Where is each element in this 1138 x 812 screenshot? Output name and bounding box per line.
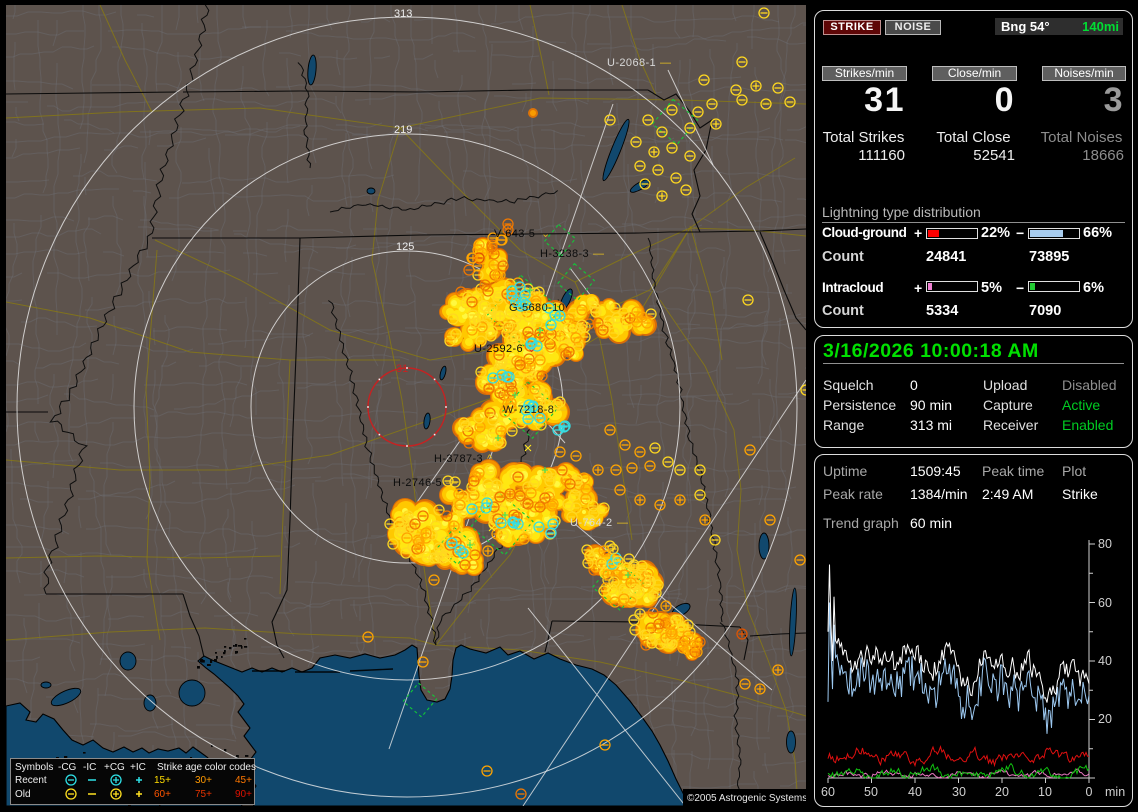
svg-text:⌄: ⌄ [541, 228, 550, 240]
svg-text:U-2068-1: U-2068-1 [607, 57, 656, 69]
svg-text:—: — [446, 477, 457, 489]
svg-text:31: 31 [396, 363, 408, 375]
svg-text:H-2746-5: H-2746-5 [393, 477, 442, 489]
svg-text:W-7218-8: W-7218-8 [503, 404, 554, 416]
svg-text:10: 10 [1038, 785, 1052, 799]
svg-text:min: min [1105, 785, 1125, 799]
svg-text:50: 50 [864, 785, 878, 799]
svg-text:0: 0 [1086, 785, 1093, 799]
svg-text:—: — [617, 517, 628, 529]
svg-text:313: 313 [394, 8, 412, 20]
svg-text:30: 30 [952, 785, 966, 799]
svg-text:20: 20 [995, 785, 1009, 799]
svg-text:20: 20 [1098, 712, 1112, 726]
svg-text:219: 219 [394, 124, 412, 136]
svg-text:V-643-5: V-643-5 [494, 228, 535, 240]
svg-text:⌄: ⌄ [527, 343, 536, 355]
svg-text:60: 60 [1098, 596, 1112, 610]
svg-text:^: ^ [487, 453, 493, 465]
svg-text:80: 80 [1098, 537, 1112, 551]
svg-text:H-3238-3: H-3238-3 [540, 248, 589, 260]
svg-text:125: 125 [396, 241, 414, 253]
svg-text:—: — [660, 57, 671, 69]
svg-text:©2005 Astrogenic Systems: ©2005 Astrogenic Systems [687, 793, 807, 804]
svg-text:U-764-2: U-764-2 [570, 517, 613, 529]
svg-text:60: 60 [821, 785, 835, 799]
svg-text:—: — [593, 248, 604, 260]
svg-text:40: 40 [908, 785, 922, 799]
svg-text:G-5680-10: G-5680-10 [509, 302, 565, 314]
svg-text:U-2592-6: U-2592-6 [474, 343, 523, 355]
svg-text:H-3787-3: H-3787-3 [434, 453, 483, 465]
svg-text:40: 40 [1098, 654, 1112, 668]
svg-text:—: — [556, 404, 567, 416]
